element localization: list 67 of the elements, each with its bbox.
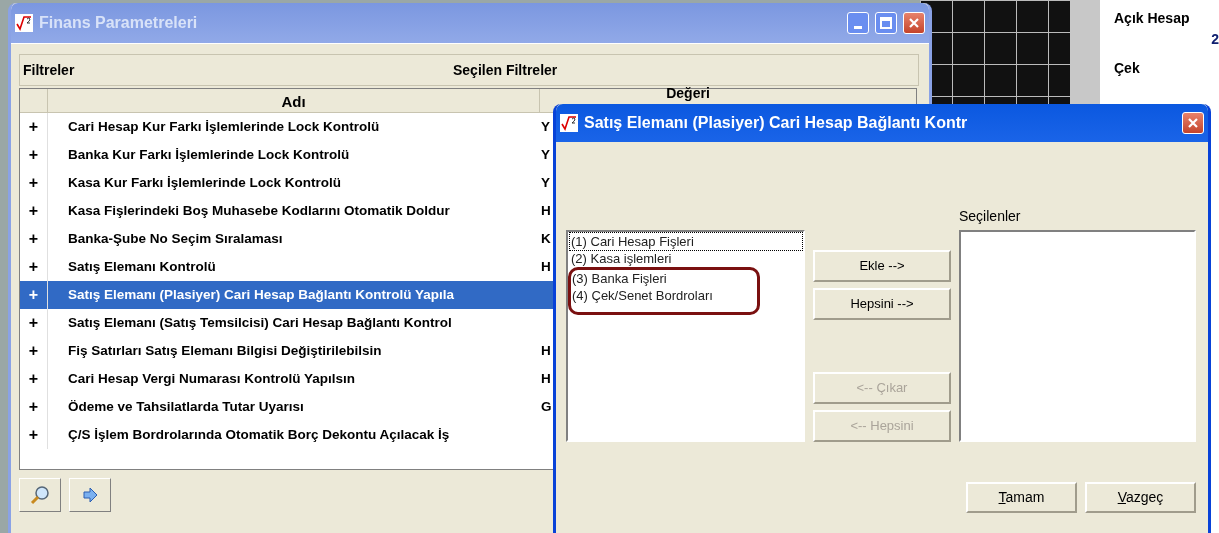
close-icon [1187, 117, 1199, 129]
expand-toggle[interactable]: + [20, 225, 48, 253]
selected-list-label: Seçilenler [959, 207, 1022, 226]
table-cell-text: H [540, 201, 551, 220]
table-cell-text: Ç/S İşlem Bordrolarında Otomatik Borç Dekontu Açılacak İş [67, 425, 451, 444]
field-label: Açık Hesap [1114, 9, 1191, 28]
search-icon [29, 484, 51, 506]
arrow-right-icon [82, 487, 98, 503]
table-row[interactable]: + Kasa Kur Farkı İşlemlerinde Lock Kontrolü Y [20, 169, 916, 197]
expand-toggle[interactable]: + [20, 113, 48, 141]
expand-toggle[interactable]: + [20, 393, 48, 421]
expand-toggle[interactable]: + [20, 337, 48, 365]
expand-toggle[interactable]: + [20, 421, 48, 449]
table-cell-text: Satış Elemanı Kontrolü [67, 257, 217, 276]
expand-toggle[interactable]: + [20, 169, 48, 197]
table-cell-text: Ödeme ve Tahsilatlarda Tutar Uyarısı [67, 397, 305, 416]
minimize-icon [854, 26, 862, 29]
amount-value: 2 [1211, 30, 1219, 49]
table-cell-text: K [540, 229, 551, 248]
table-cell-text: Y [540, 173, 550, 192]
table-cell-text: G [540, 397, 552, 416]
table-cell-text: H [540, 257, 551, 276]
table-cell-text: H [540, 369, 551, 388]
dialog-button[interactable]: Tamam [966, 482, 1077, 513]
close-button[interactable] [903, 12, 925, 34]
expand-toggle[interactable]: + [20, 309, 48, 337]
table-cell-text: Cari Hesap Kur Farkı İşlemlerinde Lock Kontrolü [67, 117, 381, 136]
expand-toggle[interactable]: + [20, 281, 48, 309]
table-cell-text: Satış Elemanı (Satış Temsilcisi) Cari Hesap Bağlantı Kontrol [67, 313, 453, 332]
table-cell-text: Y [540, 117, 550, 136]
expand-toggle[interactable]: + [20, 141, 48, 169]
selected-filters-label: Seçilen Filtreler [453, 60, 558, 80]
move-button[interactable]: Hepsini --> [813, 288, 951, 320]
maximize-button[interactable] [875, 12, 897, 34]
table-row[interactable]: + Kasa Fişlerindeki Boş Muhasebe Kodlarını Otomatik Doldur H [20, 197, 916, 225]
column-header: Adı [48, 89, 540, 112]
maximize-icon [880, 17, 892, 29]
table-cell-text: Kasa Kur Farkı İşlemlerinde Lock Kontrolü [67, 173, 343, 192]
expand-toggle[interactable]: + [20, 197, 48, 225]
app-logo-icon [560, 114, 578, 132]
window-title: Finans Parametreleri [39, 13, 199, 33]
list-item[interactable]: (4) Çek/Senet Bordroları [571, 287, 714, 304]
table-cell-text: Banka Kur Farkı İşlemlerinde Lock Kontrolü [67, 145, 351, 164]
table-cell-text: Y [540, 145, 550, 164]
table-cell-text: Satış Elemanı (Plasiyer) Cari Hesap Bağlantı Kontrolü Yapıla [67, 285, 456, 304]
table-row[interactable]: + Fiş Satırları Satış Elemanı Bilgisi Değiştirilebilsin H [20, 337, 916, 365]
table-row[interactable]: + Banka Kur Farkı İşlemlerinde Lock Kontrolü Y [20, 141, 916, 169]
list-item[interactable]: (1) Cari Hesap Fişleri [570, 233, 802, 250]
table-cell-text: Cari Hesap Vergi Numarası Kontrolü Yapılsın [67, 369, 357, 388]
table-cell-text: Fiş Satırları Satış Elemanı Bilgisi Değiştirilebilsin [67, 341, 383, 360]
field-label: Çek [1114, 59, 1141, 78]
dialog-title: Satış Elemanı (Plasiyer) Cari Hesap Bağlantı Kontr [584, 113, 969, 133]
forward-button[interactable] [69, 478, 111, 512]
search-button[interactable] [19, 478, 61, 512]
column-header: Değeri [665, 86, 711, 103]
expand-toggle[interactable]: + [20, 365, 48, 393]
app-logo-icon [15, 14, 33, 32]
close-icon [908, 17, 920, 29]
filters-label: Filtreler [23, 60, 76, 80]
table-cell-text: Kasa Fişlerindeki Boş Muhasebe Kodlarını Otomatik Doldur [67, 201, 451, 220]
close-button[interactable] [1182, 112, 1204, 134]
table-cell-text: H [540, 341, 551, 360]
minimize-button[interactable] [847, 12, 869, 34]
list-item[interactable]: (2) Kasa işlemleri [570, 250, 673, 267]
move-button[interactable]: Ekle --> [813, 250, 951, 282]
dialog-button[interactable]: Vazgeç [1085, 482, 1196, 513]
table-cell-text: Banka-Şube No Seçim Sıralaması [67, 229, 284, 248]
